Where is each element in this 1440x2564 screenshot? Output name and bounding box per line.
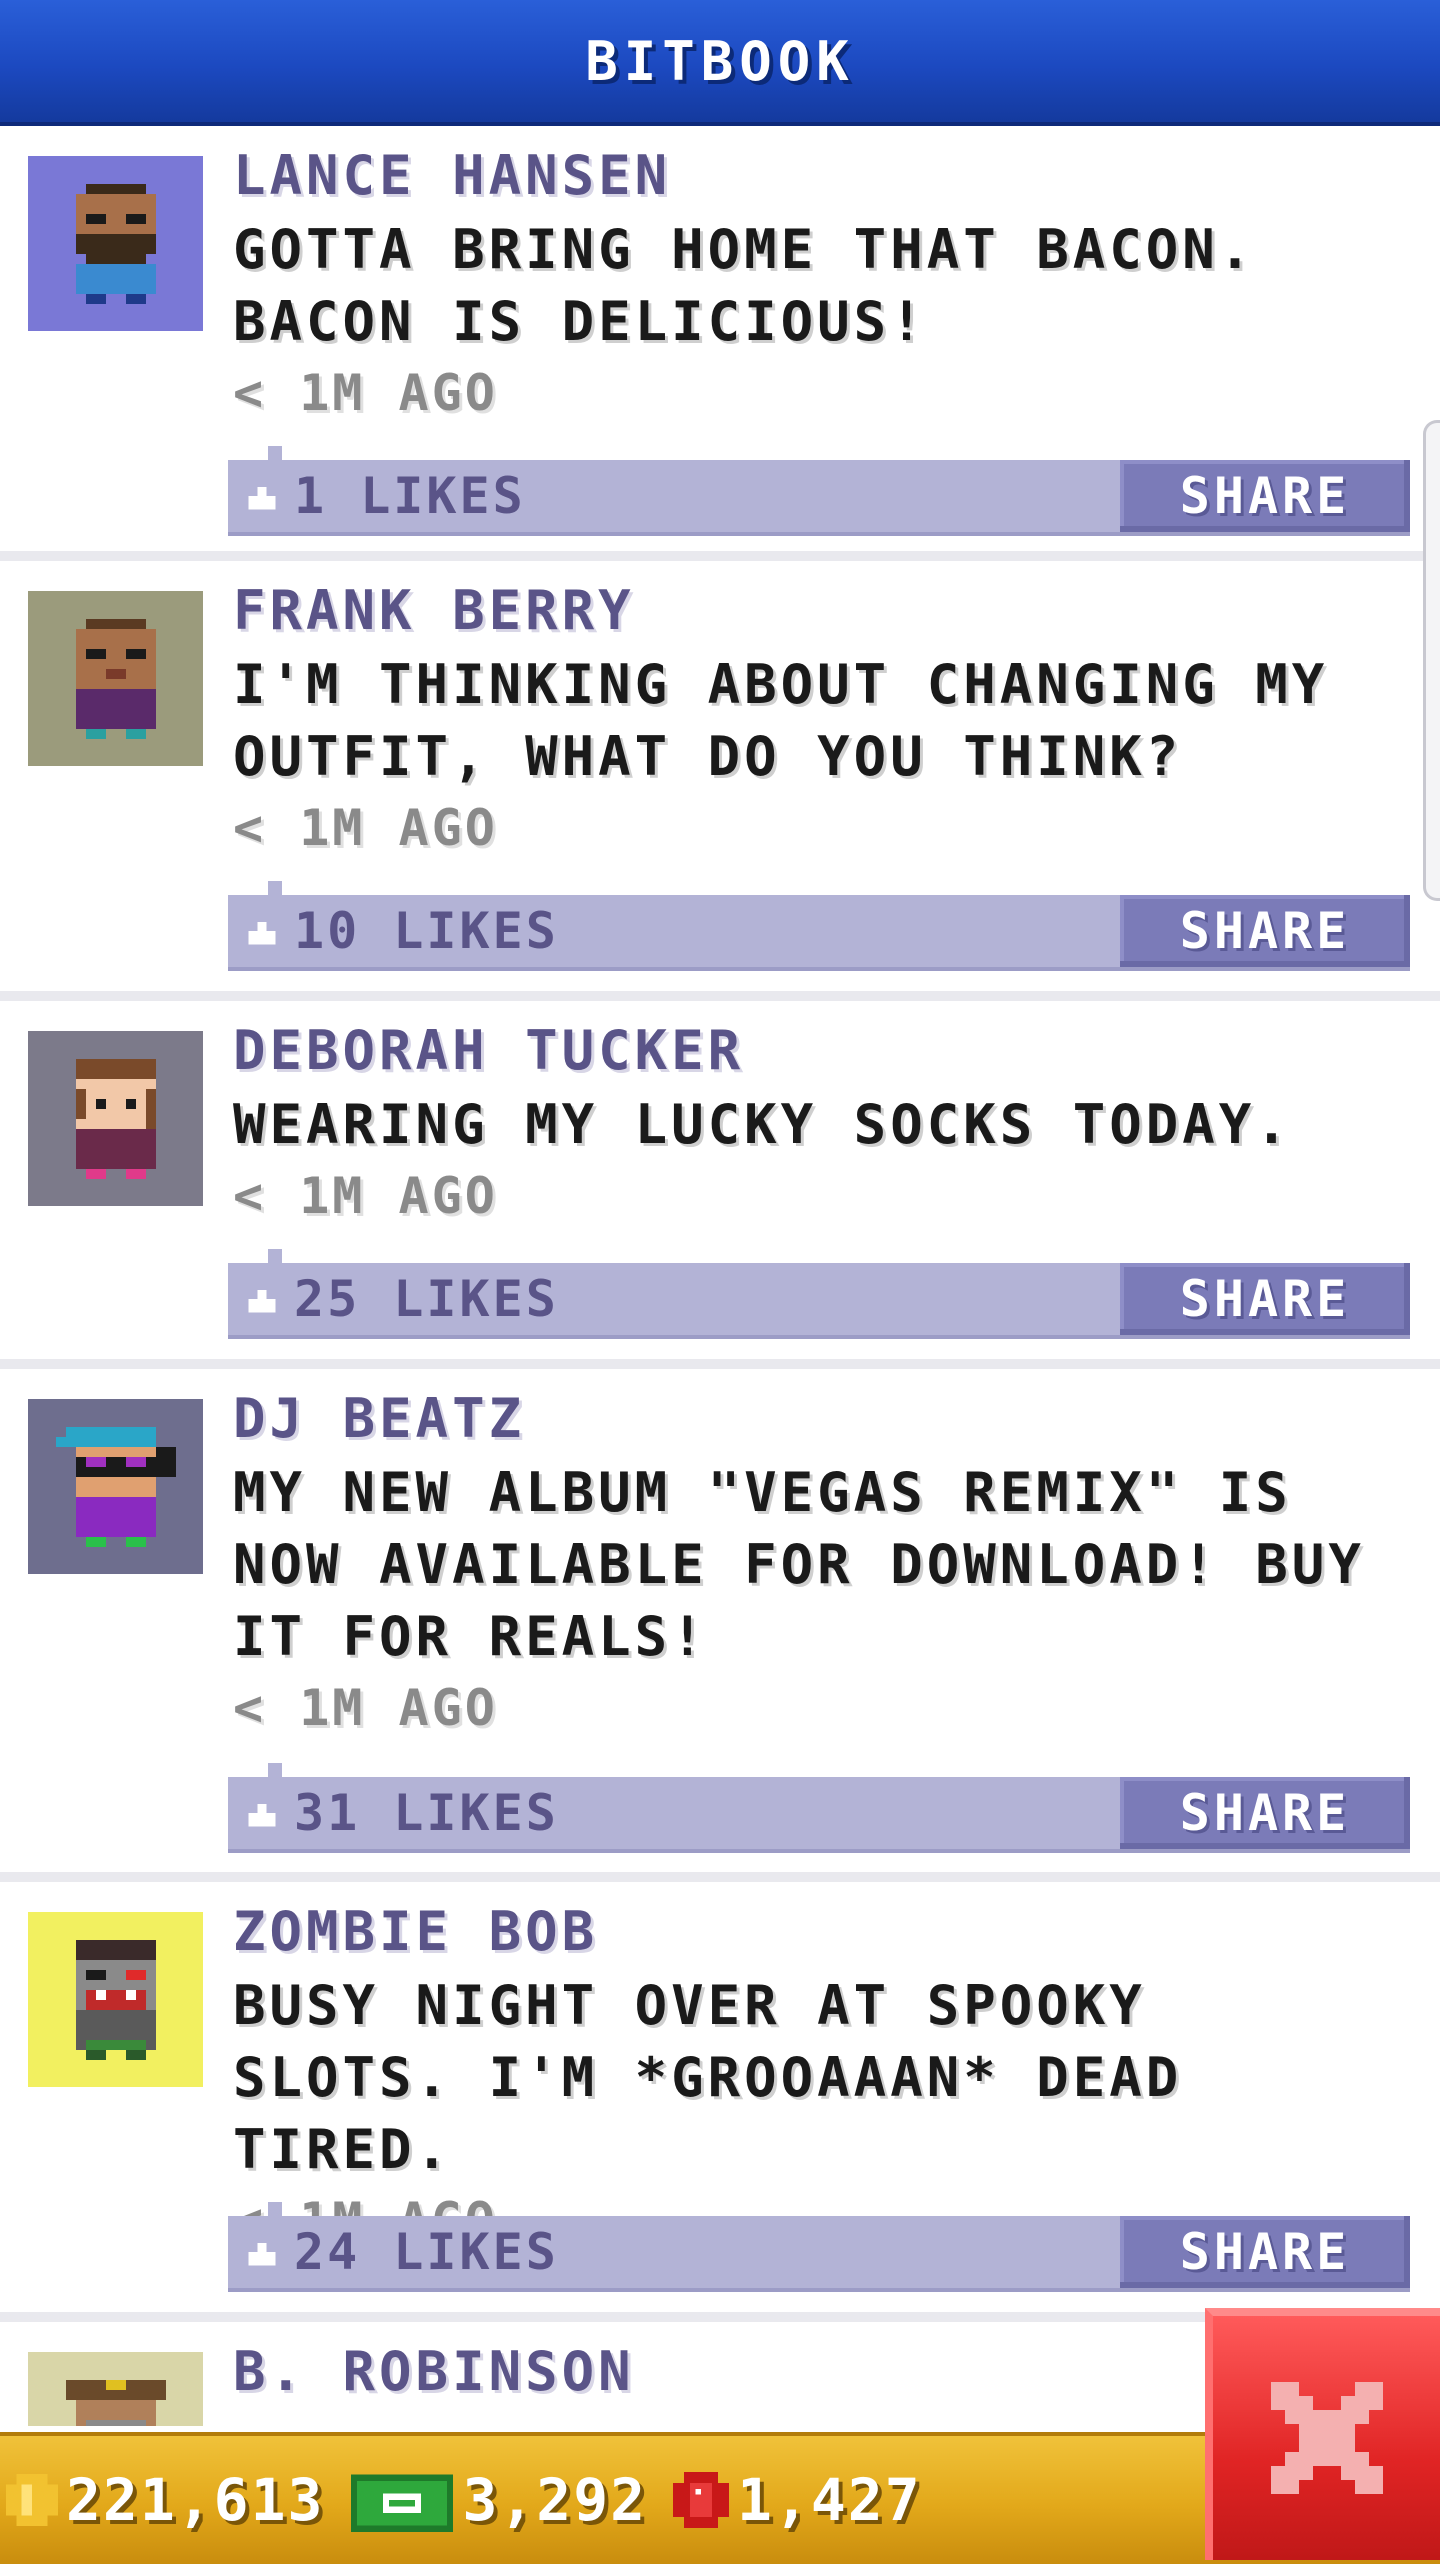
thumbs-up-icon bbox=[248, 2243, 276, 2266]
divider bbox=[0, 1872, 1440, 1882]
divider bbox=[0, 1359, 1440, 1369]
like-bar: 24 LIKES SHARE bbox=[228, 2202, 1410, 2292]
app-header: BITBOOK bbox=[0, 0, 1440, 126]
avatar[interactable] bbox=[28, 591, 203, 766]
post-content: ZOMBIE BOB BUSY NIGHT OVER AT SPOOKY SLO… bbox=[233, 1900, 1400, 2256]
likes-count: 10 LIKES bbox=[294, 902, 559, 960]
post-message: I'M THINKING ABOUT CHANGING MY OUTFIT, W… bbox=[233, 653, 1329, 788]
share-button[interactable]: SHARE bbox=[1120, 460, 1410, 532]
post-content: FRANK BERRY I'M THINKING ABOUT CHANGING … bbox=[233, 579, 1400, 863]
share-button[interactable]: SHARE bbox=[1120, 1263, 1410, 1335]
post-time: < 1M AGO bbox=[233, 799, 498, 857]
share-button[interactable]: SHARE bbox=[1120, 2216, 1410, 2288]
post-message: WEARING MY LUCKY SOCKS TODAY. bbox=[233, 1093, 1292, 1156]
feed[interactable]: LANCE HANSEN GOTTA BRING HOME THAT BACON… bbox=[0, 126, 1440, 2426]
coins-stat: 221,613 bbox=[6, 2466, 324, 2534]
post-content: DJ BEATZ MY NEW ALBUM "VEGAS REMIX" IS N… bbox=[233, 1387, 1400, 1743]
app-title: BITBOOK bbox=[585, 29, 855, 93]
scrollbar[interactable] bbox=[1423, 420, 1440, 901]
like-bar: 25 LIKES SHARE bbox=[228, 1249, 1410, 1339]
author-name[interactable]: DJ BEATZ bbox=[233, 1387, 1400, 1451]
post: DEBORAH TUCKER WEARING MY LUCKY SOCKS TO… bbox=[0, 1001, 1440, 1359]
close-icon bbox=[1270, 2382, 1383, 2494]
author-name[interactable]: ZOMBIE BOB bbox=[233, 1900, 1400, 1964]
bux-stat: 3,292 bbox=[350, 2466, 647, 2534]
like-button[interactable]: 25 LIKES bbox=[244, 1263, 559, 1335]
divider bbox=[0, 551, 1440, 561]
close-button[interactable] bbox=[1205, 2308, 1440, 2560]
post-message: GOTTA BRING HOME THAT BACON. BACON IS DE… bbox=[233, 218, 1256, 353]
post: ZOMBIE BOB BUSY NIGHT OVER AT SPOOKY SLO… bbox=[0, 1882, 1440, 2312]
avatar[interactable] bbox=[28, 1399, 203, 1574]
post-time: < 1M AGO bbox=[233, 364, 498, 422]
thumbs-up-icon bbox=[248, 922, 276, 945]
like-bar: 10 LIKES SHARE bbox=[228, 881, 1410, 971]
like-button[interactable]: 24 LIKES bbox=[244, 2216, 559, 2288]
thumbs-up-icon bbox=[248, 487, 276, 510]
thumbs-up-icon bbox=[248, 1804, 276, 1827]
avatar[interactable] bbox=[28, 156, 203, 331]
likes-count: 1 LIKES bbox=[294, 467, 526, 525]
post-content: DEBORAH TUCKER WEARING MY LUCKY SOCKS TO… bbox=[233, 1019, 1400, 1231]
bux-icon bbox=[351, 2474, 454, 2532]
author-name[interactable]: FRANK BERRY bbox=[233, 579, 1400, 643]
post-time: < 1M AGO bbox=[233, 1679, 498, 1737]
likes-count: 25 LIKES bbox=[294, 1270, 559, 1328]
bux-count: 3,292 bbox=[462, 2466, 648, 2534]
like-button[interactable]: 31 LIKES bbox=[244, 1777, 559, 1849]
post-message: BUSY NIGHT OVER AT SPOOKY SLOTS. I'M *GR… bbox=[233, 1974, 1183, 2181]
post: LANCE HANSEN GOTTA BRING HOME THAT BACON… bbox=[0, 126, 1440, 551]
like-bar: 1 LIKES SHARE bbox=[228, 446, 1410, 536]
gems-count: 1,427 bbox=[737, 2466, 922, 2534]
post-time: < 1M AGO bbox=[233, 1167, 498, 1225]
share-button[interactable]: SHARE bbox=[1120, 1777, 1410, 1849]
like-button[interactable]: 10 LIKES bbox=[244, 895, 559, 967]
post-content: LANCE HANSEN GOTTA BRING HOME THAT BACON… bbox=[233, 144, 1400, 428]
avatar[interactable] bbox=[28, 1031, 203, 1206]
author-name[interactable]: DEBORAH TUCKER bbox=[233, 1019, 1400, 1083]
avatar[interactable] bbox=[28, 1912, 203, 2087]
post: DJ BEATZ MY NEW ALBUM "VEGAS REMIX" IS N… bbox=[0, 1369, 1440, 1872]
author-name[interactable]: LANCE HANSEN bbox=[233, 144, 1400, 208]
coin-icon bbox=[6, 2474, 58, 2526]
like-button[interactable]: 1 LIKES bbox=[244, 460, 526, 532]
like-bar: 31 LIKES SHARE bbox=[228, 1763, 1410, 1853]
post-message: MY NEW ALBUM "VEGAS REMIX" IS NOW AVAILA… bbox=[233, 1461, 1365, 1668]
gems-stat: 1,427 bbox=[673, 2466, 922, 2534]
thumbs-up-icon bbox=[248, 1290, 276, 1313]
post: FRANK BERRY I'M THINKING ABOUT CHANGING … bbox=[0, 561, 1440, 991]
gem-icon bbox=[673, 2472, 730, 2528]
divider bbox=[0, 991, 1440, 1001]
avatar[interactable] bbox=[28, 2352, 203, 2426]
likes-count: 31 LIKES bbox=[294, 1784, 559, 1842]
share-button[interactable]: SHARE bbox=[1120, 895, 1410, 967]
likes-count: 24 LIKES bbox=[294, 2223, 559, 2281]
coins-count: 221,613 bbox=[66, 2466, 325, 2534]
